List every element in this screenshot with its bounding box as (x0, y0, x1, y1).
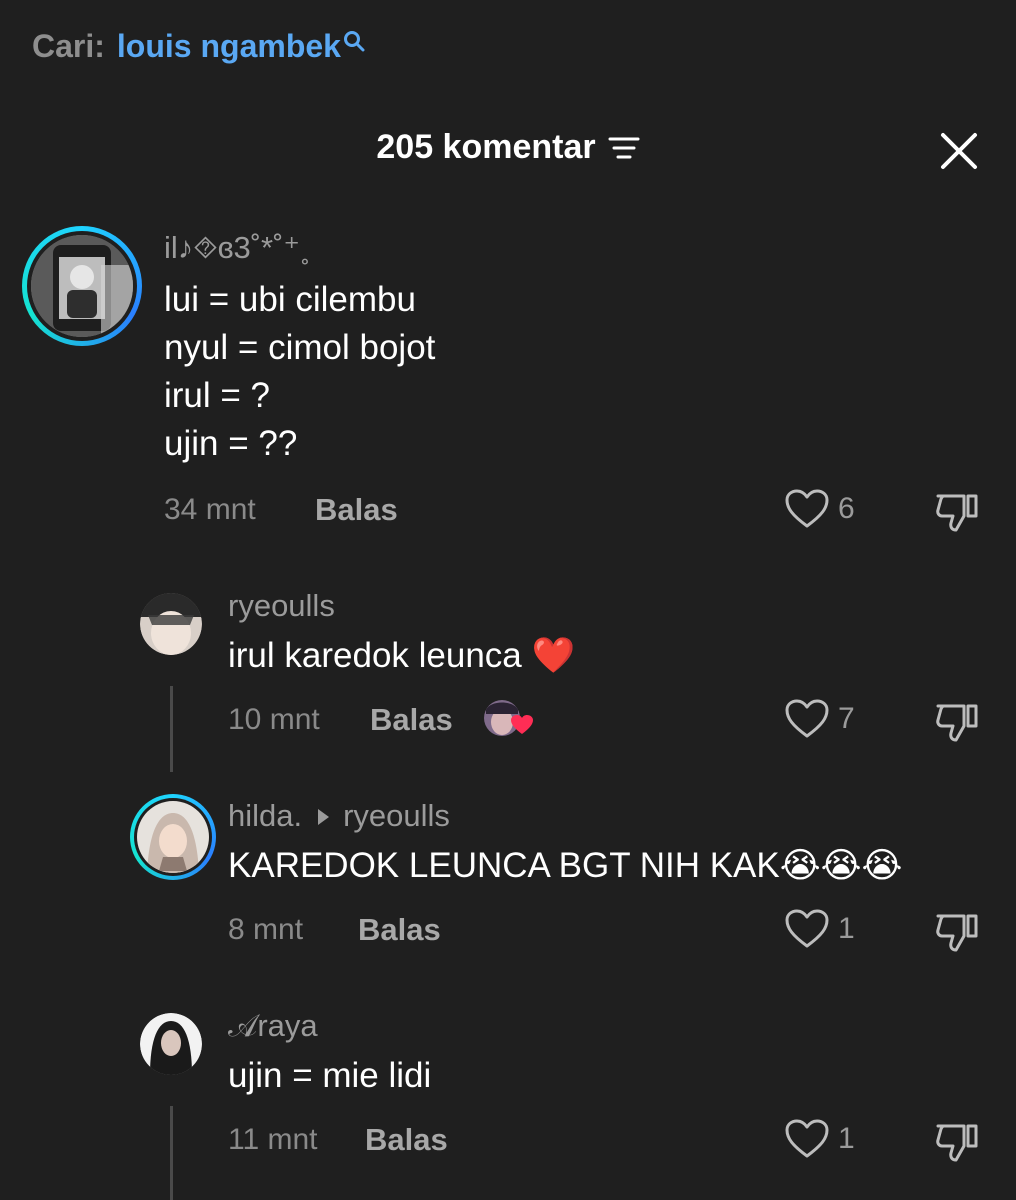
search-label: Cari: (32, 28, 105, 64)
like-count: 1 (838, 1122, 855, 1155)
avatar[interactable] (140, 593, 202, 655)
comment-text: KAREDOK LEUNCA BGT NIH KAK😭😭😭 (228, 846, 903, 885)
comment-line: ujin = ?? (164, 424, 298, 463)
like-count: 6 (838, 492, 855, 525)
search-query-bar[interactable]: Cari: louis ngambek (32, 28, 365, 65)
close-icon[interactable] (938, 130, 980, 172)
comment-time: 34 mnt (164, 493, 256, 526)
reply-button[interactable]: Balas (315, 492, 398, 528)
dislike-icon[interactable] (934, 910, 980, 954)
dislike-icon[interactable] (934, 1120, 980, 1164)
comment-text: irul karedok leunca ❤️ (228, 636, 576, 675)
reply-arrow-icon (318, 808, 330, 825)
reply-to-username[interactable]: ryeoulls (343, 798, 450, 833)
comment-username[interactable]: 𝒜raya (228, 1008, 318, 1045)
like-button[interactable]: 1 (784, 1118, 855, 1160)
heart-icon (785, 699, 829, 738)
reply-button[interactable]: Balas (365, 1122, 448, 1158)
filter-icon[interactable] (608, 134, 640, 162)
like-count: 1 (838, 912, 855, 945)
comment-time: 10 mnt (228, 703, 320, 736)
comment-username[interactable]: ryeoulls (228, 588, 335, 624)
avatar-ring[interactable] (22, 226, 142, 346)
like-button[interactable]: 6 (784, 488, 855, 530)
search-icon (343, 30, 365, 51)
like-button[interactable]: 1 (784, 908, 855, 950)
comment-line: nyul = cimol bojot (164, 328, 436, 367)
heart-icon (785, 1119, 829, 1158)
avatar-ring[interactable] (130, 794, 216, 880)
heart-icon (785, 909, 829, 948)
like-count: 7 (838, 702, 855, 735)
comment-time: 11 mnt (228, 1123, 318, 1156)
comment-line: irul = ? (164, 376, 271, 415)
creator-liked-avatar (484, 700, 533, 736)
heart-icon (785, 489, 829, 528)
comment-username[interactable]: il♪⯑ɞ3˚*˚⁺˳ (164, 230, 310, 267)
comment-text: ujin = mie lidi (228, 1056, 432, 1095)
like-button[interactable]: 7 (784, 698, 855, 740)
comment-time: 8 mnt (228, 913, 304, 946)
thread-line (170, 1106, 173, 1200)
comment-username[interactable]: hilda. (228, 798, 302, 833)
thread-line (170, 686, 173, 772)
dislike-icon[interactable] (934, 490, 980, 534)
comment-body: lui = ubi cilembu nyul = cimol bojot iru… (164, 276, 435, 468)
avatar (31, 235, 133, 337)
reply-button[interactable]: Balas (358, 912, 441, 948)
comment-count: 205 komentar (376, 128, 596, 166)
avatar (137, 801, 209, 873)
reply-button[interactable]: Balas (370, 702, 453, 738)
comment-line: lui = ubi cilembu (164, 280, 416, 319)
comment-username-line: hilda. ryeoulls (228, 798, 450, 834)
comments-header: 205 komentar (0, 128, 1016, 167)
dislike-icon[interactable] (934, 700, 980, 744)
search-query-link[interactable]: louis ngambek (117, 28, 341, 65)
avatar[interactable] (140, 1013, 202, 1075)
